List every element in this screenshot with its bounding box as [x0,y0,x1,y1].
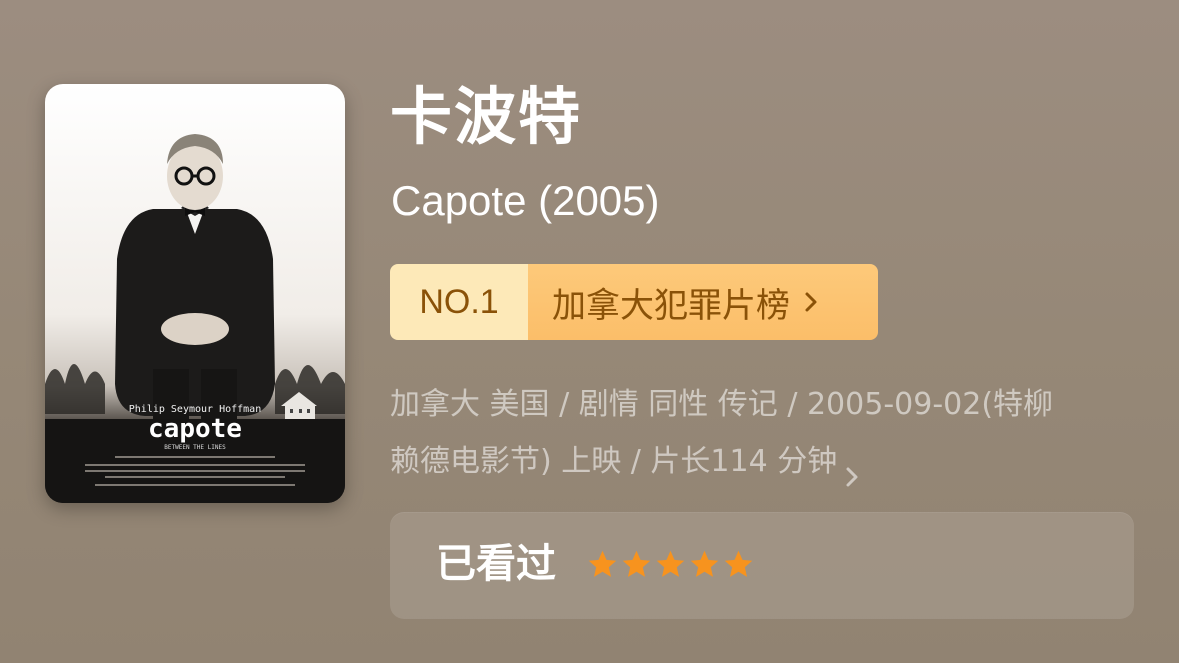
ranking-badge[interactable]: NO.1 加拿大犯罪片榜 [390,264,878,340]
star-icon [656,550,685,577]
watched-status-card[interactable]: 已看过 [390,512,1134,619]
star-icon [622,550,651,577]
movie-title-chinese: 卡波特 [390,80,583,153]
movie-title-original: Capote (2005) [391,177,660,224]
star-icon [588,550,617,577]
watched-label: 已看过 [436,541,556,587]
rank-list-name: 加拿大犯罪片榜 [552,285,790,326]
meta-line-2: 赖德电影节) 上映 / 片长114 分钟 [390,433,1130,490]
movie-meta-info[interactable]: 加拿大 美国 / 剧情 同性 传记 / 2005-09-02(特柳 赖德电影节)… [390,376,1130,490]
rank-number: NO.1 [390,264,528,340]
chevron-right-icon [800,291,822,313]
rank-list-link[interactable]: 加拿大犯罪片榜 [528,264,878,340]
chevron-right-icon [843,451,861,486]
star-icon [724,550,753,577]
movie-poster[interactable]: Philip Seymour Hoffman capote BETWEEN TH… [45,84,345,503]
meta-line-2-text: 赖德电影节) 上映 / 片长114 分钟 [390,444,838,479]
rating-stars[interactable] [586,548,755,581]
poster-title: capote [148,414,242,444]
star-icon [690,550,719,577]
meta-line-1: 加拿大 美国 / 剧情 同性 传记 / 2005-09-02(特柳 [390,387,1054,422]
poster-tagline: BETWEEN THE LINES [164,444,226,451]
